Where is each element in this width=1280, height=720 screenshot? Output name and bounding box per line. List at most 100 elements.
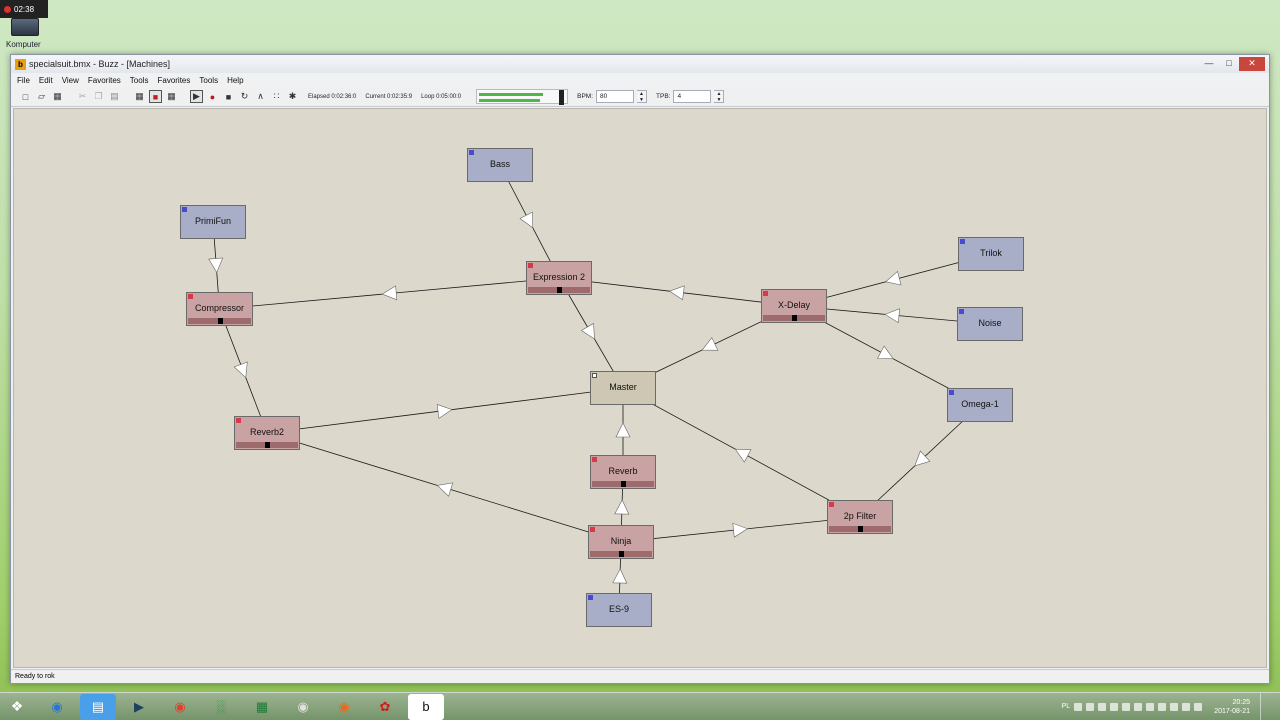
machine-led[interactable] [469,150,474,155]
buzz-task-icon[interactable]: b [408,693,444,720]
machine-primifun[interactable]: PrimiFun [180,205,246,239]
machine-amp-knob[interactable] [858,526,863,532]
machine-led[interactable] [960,239,965,244]
maximize-button[interactable]: □ [1219,57,1239,71]
signal-icon[interactable] [1182,702,1191,711]
pattern-view-icon[interactable]: ▦ [133,90,146,103]
speaker-icon[interactable]: ◉ [285,694,321,720]
game-icon[interactable]: ✿ [367,694,403,720]
loop-icon[interactable]: ↻ [238,90,251,103]
machine-x-delay[interactable]: X-Delay [761,289,827,323]
machine-ninja[interactable]: Ninja [588,525,654,559]
network-icon[interactable] [1086,702,1095,711]
volume-icon[interactable] [1194,702,1203,711]
monitor-icon[interactable]: ░ [203,694,239,720]
machine-2p-filter[interactable]: 2p Filter [827,500,893,534]
machine-led[interactable] [592,457,597,462]
battery-icon[interactable] [1170,702,1179,711]
machine-reverb2[interactable]: Reverb2 [234,416,300,450]
machine-view-canvas[interactable]: Bass PrimiFun Expression 2 Compressor X-Dela… [13,108,1267,668]
machine-led[interactable] [590,527,595,532]
machine-bass[interactable]: Bass [467,148,533,182]
close-button[interactable]: ✕ [1239,57,1265,71]
machine-led[interactable] [949,390,954,395]
tpb-spinner[interactable]: ▲ ▼ [714,90,725,103]
wire-arrow-x-delay-to-omega-1[interactable] [877,345,894,360]
open-icon[interactable]: ▱ [35,90,48,103]
menu-tools-2[interactable]: Tools [199,76,218,85]
machine-amp-knob[interactable] [792,315,797,321]
chrome-icon[interactable]: ◉ [162,694,198,720]
menu-favorites[interactable]: Favorites [88,76,121,85]
wire-arrow-expression-2-to-master[interactable] [580,322,595,340]
wire-arrow-primifun-to-compressor[interactable] [208,257,224,274]
stop-icon[interactable]: ■ [222,90,235,103]
machine-amp-knob[interactable] [265,442,270,448]
menu-view[interactable]: View [62,76,79,85]
menu-file[interactable]: File [17,76,30,85]
machine-led[interactable] [592,373,597,378]
bug-icon[interactable]: ✱ [286,90,299,103]
usb-icon[interactable] [1158,702,1167,711]
display-icon[interactable] [1146,702,1155,711]
menu-favorites-2[interactable]: Favorites [157,76,190,85]
chrome-tray-icon[interactable] [1098,702,1107,711]
machine-noise[interactable]: Noise [957,307,1023,341]
machine-led[interactable] [182,207,187,212]
app-tray-icon[interactable] [1122,702,1131,711]
machine-amp-knob[interactable] [619,551,624,557]
wire-arrow-2p-filter-to-master[interactable] [734,448,752,463]
cut-icon[interactable]: ✂ [76,90,89,103]
minimize-button[interactable]: — [1199,57,1219,71]
grid-icon[interactable]: ∷ [270,90,283,103]
machine-expression-2[interactable]: Expression 2 [526,261,592,295]
machine-amp-knob[interactable] [621,481,626,487]
machine-led[interactable] [236,418,241,423]
machine-master[interactable]: Master [590,371,656,405]
wire-arrow-ninja-to-reverb[interactable] [614,499,630,515]
wire-arrow-reverb-to-master[interactable] [615,422,631,438]
wire-arrow-omega-1-to-2p-filter[interactable] [914,450,931,467]
record-button-icon[interactable]: ● [206,90,219,103]
bookmark-icon[interactable]: ∧ [254,90,267,103]
wire-arrow-es-9-to-ninja[interactable] [612,568,628,584]
volume-meter[interactable] [476,89,569,105]
windows-start-icon[interactable]: ❖ [0,693,34,720]
taskbar-clock[interactable]: 20:25 2017-08-21 [1214,698,1250,716]
machine-omega-1[interactable]: Omega-1 [947,388,1013,422]
machine-es-9[interactable]: ES-9 [586,593,652,627]
title-bar[interactable]: b specialsuit.bmx - Buzz - [Machines] — … [11,55,1269,73]
firefox-icon[interactable]: ◉ [326,694,362,720]
save-icon[interactable]: ▦ [51,90,64,103]
paste-icon[interactable]: ▤ [108,90,121,103]
machine-amp-knob[interactable] [218,318,223,324]
tpb-field[interactable]: 4 [673,90,712,103]
wire-arrow-x-delay-to-expression-2[interactable] [668,285,685,301]
explorer-icon[interactable]: ▤ [80,693,116,720]
excel-icon[interactable]: ▦ [244,694,280,720]
copy-icon[interactable]: ❐ [92,90,105,103]
wire-arrow-expression-2-to-compressor[interactable] [381,285,398,301]
wire-arrow-compressor-to-reverb2[interactable] [233,361,248,379]
language-indicator[interactable]: PL [1062,703,1071,710]
show-desktop-button[interactable] [1260,692,1270,720]
machine-trilok[interactable]: Trilok [958,237,1024,271]
machine-compressor[interactable]: Compressor [186,292,253,326]
bpm-field[interactable]: 80 [596,90,635,103]
shield-icon[interactable] [1110,702,1119,711]
machine-led[interactable] [188,294,193,299]
wire-arrow-ninja-to-2p-filter[interactable] [732,522,749,538]
app-blue-icon[interactable]: ◉ [39,694,75,720]
play-icon[interactable]: ▶ [190,90,203,103]
wire-arrow-ninja-to-reverb2[interactable] [436,482,454,497]
media-player-icon[interactable]: ▶ [121,694,157,720]
wire-arrow-bass-to-expression-2[interactable] [519,211,534,229]
machine-led[interactable] [528,263,533,268]
wire-arrow-reverb2-to-master[interactable] [436,403,453,419]
machine-view-icon[interactable]: ■ [149,90,162,103]
new-icon[interactable]: □ [19,90,32,103]
wire-arrow-trilok-to-x-delay[interactable] [885,270,902,286]
menu-help[interactable]: Help [227,76,243,85]
menu-edit[interactable]: Edit [39,76,53,85]
machine-led[interactable] [959,309,964,314]
